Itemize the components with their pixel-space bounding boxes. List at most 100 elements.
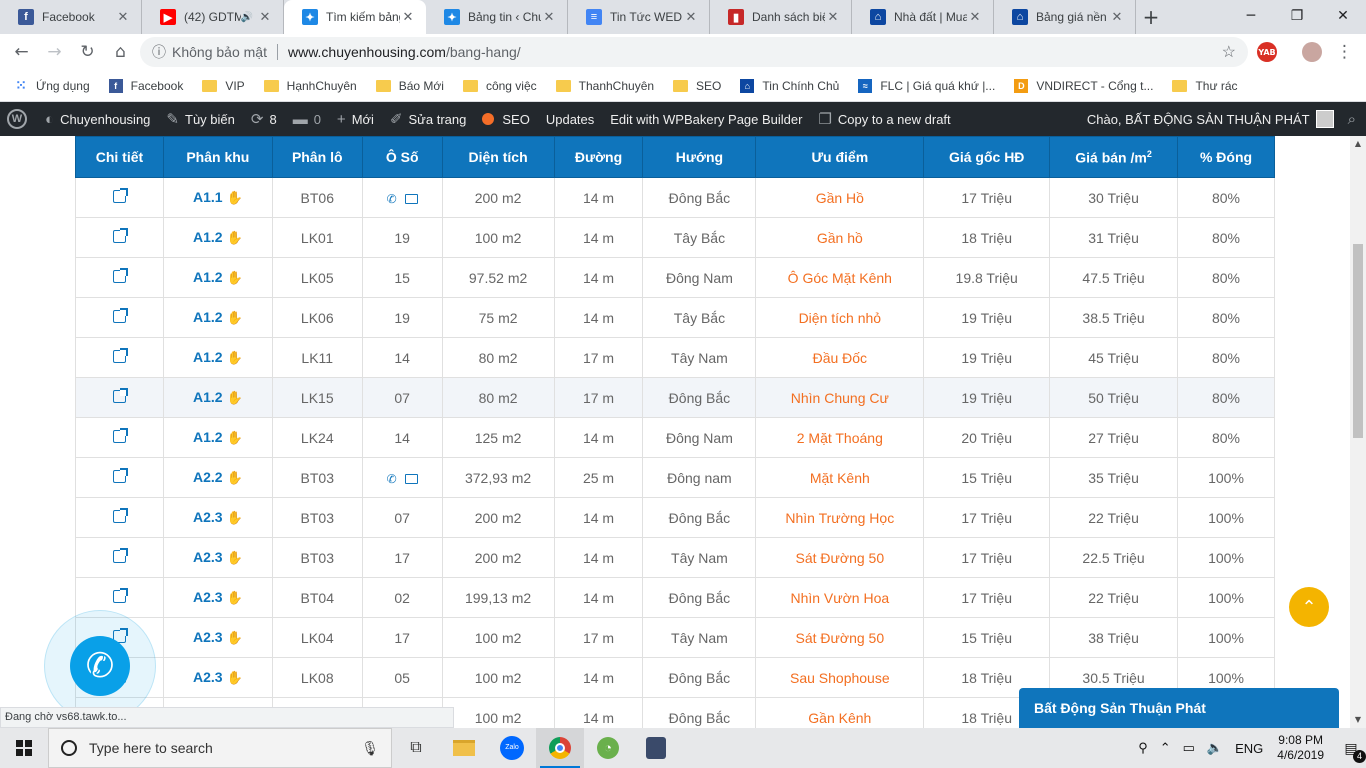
wp-wpbakery[interactable]: Edit with WPBakery Page Builder [602, 102, 810, 136]
scroll-down-icon[interactable]: ▼ [1350, 712, 1366, 728]
external-link-icon[interactable] [112, 307, 128, 323]
dir-cell: Đông Nam [642, 257, 757, 298]
zalo-icon[interactable]: Zalo [488, 728, 536, 768]
tab-close-icon[interactable]: ✕ [683, 9, 699, 25]
address-bar[interactable]: ⓘ Không bảo mật www.chuyenhousing.com/ba… [140, 37, 1248, 67]
wp-edit-page[interactable]: ✐ Sửa trang [382, 102, 474, 136]
taskbar-search[interactable]: Type here to search 🎙 [48, 728, 392, 768]
bookmark-item[interactable]: Thư rác [1172, 79, 1238, 93]
browser-tab[interactable]: ▶ (42) GDTM 🔊 ✕ [142, 0, 284, 34]
bookmark-item[interactable]: f Facebook [108, 78, 183, 93]
reload-icon[interactable]: ↻ [71, 37, 104, 67]
file-explorer-icon[interactable] [440, 728, 488, 768]
external-link-icon[interactable] [112, 547, 128, 563]
browser-tab[interactable]: ✦ Tìm kiếm bảng ✕ [284, 0, 426, 34]
wp-updates-link[interactable]: Updates [538, 102, 602, 136]
bookmark-item[interactable]: VIP [202, 79, 245, 93]
volume-icon[interactable]: 🔈 [1207, 740, 1223, 756]
tab-close-icon[interactable]: ✕ [1109, 9, 1125, 25]
back-icon[interactable]: ← [5, 37, 38, 67]
forward-icon[interactable]: → [38, 37, 71, 67]
profile-avatar-icon[interactable] [1302, 42, 1322, 62]
coccoc-icon[interactable]: ◔ [584, 728, 632, 768]
home-icon[interactable]: ⌂ [104, 37, 137, 67]
notification-center-icon[interactable]: ▤ 4 [1336, 740, 1366, 763]
tab-close-icon[interactable]: ✕ [400, 9, 416, 25]
network-icon[interactable]: ▭ [1183, 740, 1195, 756]
external-link-icon[interactable] [112, 467, 128, 483]
table-row: A1.2 ✋ LK24 14 125 m2 14 m Đông Nam 2 Mặt Thoán… [75, 417, 1275, 458]
tab-close-icon[interactable]: ✕ [541, 9, 557, 25]
bookmark-item[interactable]: ≈ FLC | Giá quá khứ |... [858, 78, 995, 93]
bookmark-item[interactable]: D VNDIRECT - Cổng t... [1014, 78, 1153, 93]
start-button[interactable] [0, 728, 48, 768]
wp-account[interactable]: Chào, BẤT ĐỘNG SẢN THUẬN PHÁT ⌕ [1087, 102, 1366, 136]
bookmark-item[interactable]: Báo Mới [375, 79, 444, 93]
close-window-icon[interactable]: ✕ [1320, 0, 1366, 32]
updates-icon: ⟳ [250, 111, 264, 128]
external-link-icon[interactable] [112, 347, 128, 363]
tab-close-icon[interactable]: ✕ [967, 9, 983, 25]
scrollbar-thumb[interactable] [1353, 244, 1363, 438]
price-cell: 35 Triệu [1049, 457, 1178, 498]
phone-icon[interactable]: ✆ [387, 472, 397, 486]
vertical-scrollbar[interactable]: ▲ ▼ [1350, 136, 1366, 728]
tab-close-icon[interactable]: ✕ [825, 9, 841, 25]
tray-overflow-icon[interactable]: ⌃ [1160, 740, 1171, 756]
info-icon[interactable]: ⓘ [152, 42, 166, 62]
bookmark-item[interactable]: ⁙ Ứng dụng [14, 77, 90, 93]
maximize-icon[interactable]: ❐ [1274, 0, 1320, 32]
taskbar-clock[interactable]: 9:08 PM 4/6/2019 [1277, 733, 1324, 763]
bookmark-item[interactable]: ⌂ Tin Chính Chủ [740, 78, 839, 93]
external-link-icon[interactable] [112, 187, 128, 203]
wp-updates[interactable]: ⟳ 8 [243, 102, 285, 136]
column-header-label: Diện tích [468, 149, 528, 165]
bookmark-item[interactable]: công việc [462, 79, 537, 93]
search-icon[interactable]: ⌕ [1348, 111, 1356, 128]
tab-close-icon[interactable]: ✕ [115, 9, 131, 25]
scroll-up-icon[interactable]: ▲ [1350, 136, 1366, 152]
wp-comments[interactable]: ▬ 0 [285, 102, 329, 136]
external-link-icon[interactable] [112, 427, 128, 443]
wp-customize[interactable]: ✎ Tùy biến [158, 102, 242, 136]
chrome-icon[interactable] [536, 728, 584, 768]
tab-close-icon[interactable]: ✕ [257, 9, 273, 25]
mail-icon[interactable] [404, 193, 418, 204]
phone-call-button[interactable]: ✆ [70, 636, 130, 696]
extension-badge-icon[interactable]: YAB [1257, 42, 1277, 62]
browser-tab[interactable]: ≡ Tin Tức WED - ✕ [568, 0, 710, 34]
microphone-icon[interactable]: 🎙 [361, 740, 379, 757]
wp-seo[interactable]: SEO [474, 102, 537, 136]
chat-widget[interactable]: Bất Động Sản Thuận Phát [1019, 688, 1339, 728]
external-link-icon[interactable] [112, 587, 128, 603]
browser-tab[interactable]: ⌂ Bảng giá nền L ✕ [994, 0, 1136, 34]
lot-cell: BT03 [271, 497, 363, 538]
new-tab-icon[interactable]: + [1136, 0, 1166, 34]
task-view-icon[interactable]: ⧉ [392, 728, 440, 768]
browser-tab[interactable]: ⌂ Nhà đất | Mua ✕ [852, 0, 994, 34]
bookmark-item[interactable]: ThanhChuyên [555, 79, 654, 93]
game-app-icon[interactable] [632, 728, 680, 768]
tab-audio-icon[interactable]: 🔊 [241, 12, 253, 23]
external-link-icon[interactable] [112, 387, 128, 403]
wp-copy-draft[interactable]: ❐ Copy to a new draft [810, 102, 958, 136]
menu-icon[interactable]: ⋮ [1328, 37, 1361, 67]
language-indicator[interactable]: ENG [1235, 741, 1263, 756]
back-to-top-button[interactable]: ⌃ [1289, 587, 1329, 627]
mail-icon[interactable] [404, 473, 418, 484]
bookmark-item[interactable]: HạnhChuyên [263, 79, 357, 93]
external-link-icon[interactable] [112, 507, 128, 523]
browser-tab[interactable]: f Facebook ✕ [0, 0, 142, 34]
bookmark-item[interactable]: SEO [673, 79, 721, 93]
external-link-icon[interactable] [112, 267, 128, 283]
browser-tab[interactable]: ✦ Bảng tin ‹ Chu ✕ [426, 0, 568, 34]
people-icon[interactable]: ⚲ [1138, 740, 1148, 756]
wp-site-name[interactable]: ◐ Chuyenhousing [37, 102, 158, 136]
external-link-icon[interactable] [112, 227, 128, 243]
phone-icon[interactable]: ✆ [387, 192, 397, 206]
wp-new[interactable]: + Mới [329, 102, 382, 136]
wp-logo-icon[interactable]: W [0, 102, 37, 136]
browser-tab[interactable]: ▮ Danh sách biệ ✕ [710, 0, 852, 34]
bookmark-star-icon[interactable]: ☆ [1222, 42, 1236, 62]
minimize-icon[interactable]: ─ [1228, 0, 1274, 32]
